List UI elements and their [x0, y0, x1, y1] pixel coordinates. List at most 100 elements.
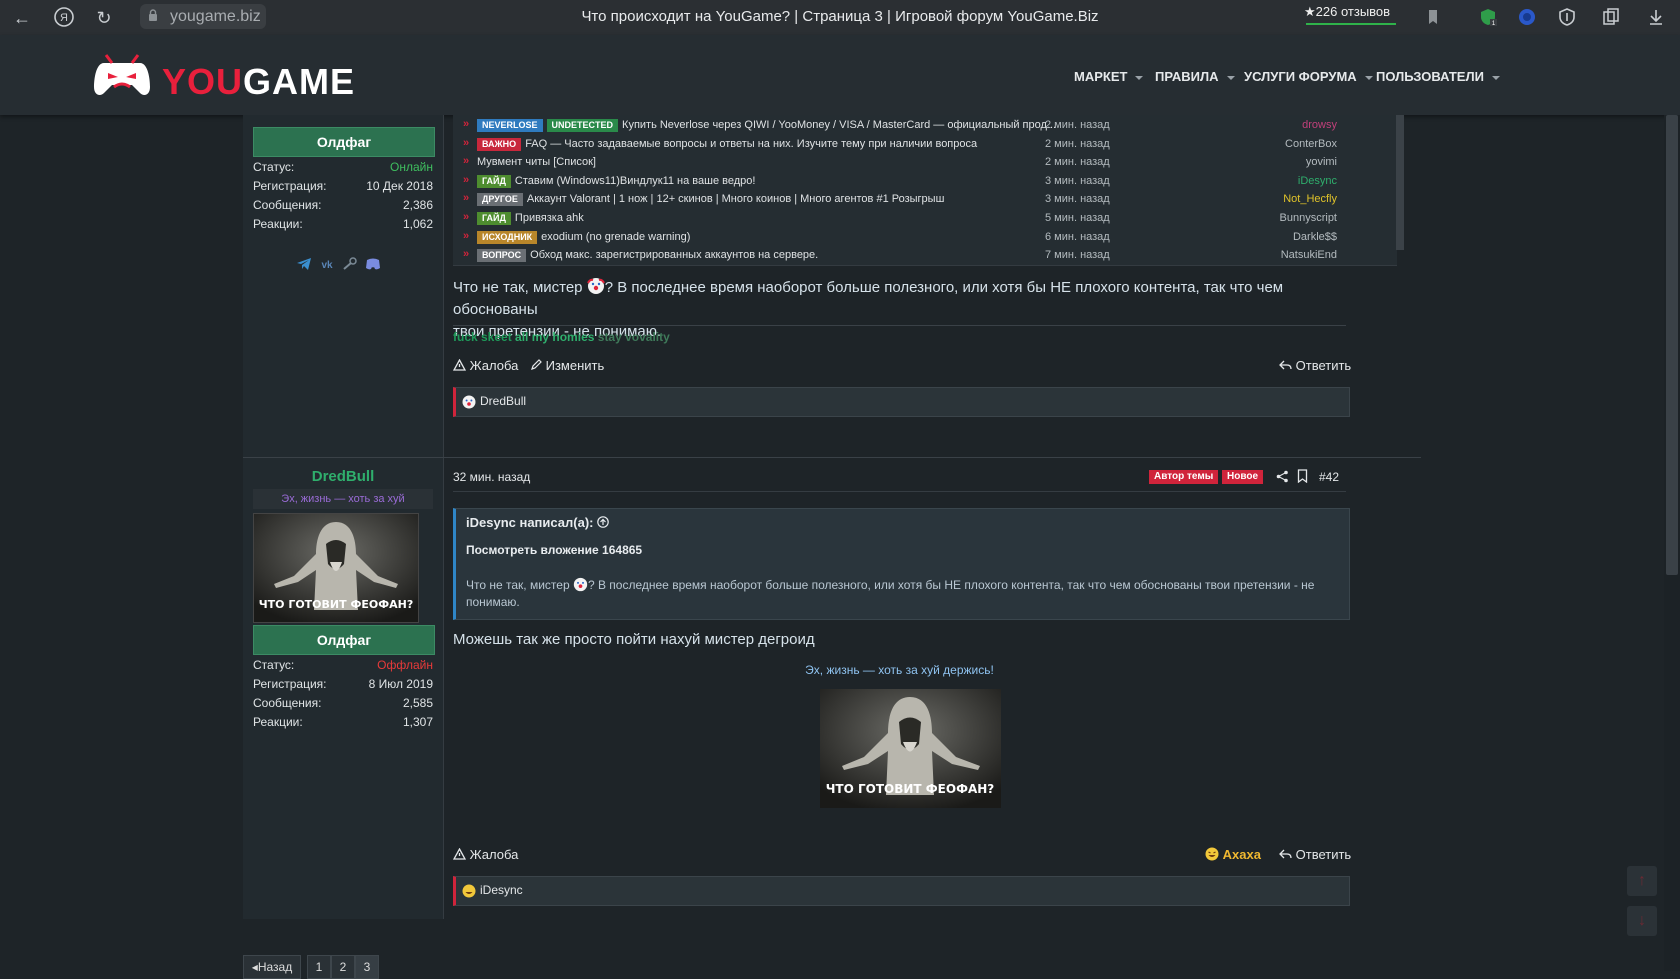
- thread-user[interactable]: Bunnyscript: [1280, 212, 1337, 224]
- thread-user[interactable]: NatsukiEnd: [1281, 249, 1337, 261]
- vk-icon[interactable]: vk: [319, 257, 335, 271]
- back-icon[interactable]: ←: [10, 6, 34, 30]
- report-button[interactable]: Жалоба: [452, 358, 518, 373]
- post-number-link[interactable]: #42: [1319, 470, 1339, 484]
- thread-title[interactable]: ГАЙД Ставим (Windows11)Виндлук11 на ваше …: [477, 174, 755, 188]
- quote-attachment-link[interactable]: Посмотреть вложение 164865: [466, 543, 642, 557]
- pencil-icon: [531, 359, 542, 370]
- discord-icon[interactable]: [365, 257, 381, 271]
- reaction-user[interactable]: DredBull: [480, 394, 526, 408]
- post2-message: Можешь так же просто пойти нахуй мистер …: [453, 631, 815, 648]
- reply-button[interactable]: Ответить: [1279, 358, 1351, 373]
- reload-icon[interactable]: ↻: [92, 6, 116, 30]
- thread-arrow-icon: »: [463, 211, 470, 223]
- thread-user[interactable]: Darkle$$: [1293, 231, 1337, 243]
- post2-avatar[interactable]: ЧТО ГОТОВИТ ФЕОФАН?: [253, 513, 419, 623]
- thread-row[interactable]: » ГАЙД Ставим (Windows11)Виндлук11 на ваше…: [463, 173, 1383, 190]
- url-text: yougame.biz: [170, 8, 261, 25]
- thread-title[interactable]: ИСХОДНИК exodium (no grenade warning): [477, 230, 690, 244]
- page-title: Что происходит на YouGame? | Страница 3 …: [581, 8, 1099, 25]
- thread-title[interactable]: ВОПРОС Обход макс. зарегистрированных акк…: [477, 249, 818, 263]
- user-group-banner: Олдфаг: [253, 127, 435, 157]
- thread-title[interactable]: ВАЖНО FAQ — Часто задаваемые вопросы и от…: [477, 137, 977, 151]
- edit-button[interactable]: Изменить: [530, 358, 604, 373]
- share-icon[interactable]: [1276, 470, 1289, 483]
- thread-row[interactable]: » Мувмент читы [Список] 2 мин. назад yovimi: [463, 154, 1383, 171]
- thread-prefix-tag: ИСХОДНИК: [477, 230, 538, 244]
- thread-row[interactable]: » ДРУГОЕ Аккаунт Valorant | 1 нож | 12+ ск…: [463, 191, 1383, 208]
- thread-title[interactable]: ДРУГОЕ Аккаунт Valorant | 1 нож | 12+ ски…: [477, 193, 944, 207]
- reply-button[interactable]: Ответить: [1279, 847, 1351, 862]
- thread-arrow-icon: »: [463, 136, 470, 149]
- user-messages: Сообщения: 2,386: [253, 198, 433, 212]
- arrow-up-circle-icon[interactable]: [597, 516, 609, 528]
- thread-title[interactable]: ГАЙД Привязка ahk: [477, 212, 584, 225]
- thread-row[interactable]: » ВАЖНО FAQ — Часто задаваемые вопросы и о…: [463, 136, 1383, 153]
- scroll-to-bottom-button[interactable]: ↓: [1627, 906, 1657, 936]
- pagination-page-3[interactable]: 3: [355, 955, 379, 979]
- thread-user[interactable]: ConterBox: [1285, 138, 1337, 150]
- pagination-prev[interactable]: ◂Назад: [243, 955, 301, 979]
- thread-user[interactable]: Not_Hecfly: [1283, 193, 1337, 205]
- pagination-page-1[interactable]: 1: [307, 955, 331, 979]
- post-timestamp[interactable]: 32 мин. назад: [453, 470, 530, 484]
- bookmark-icon[interactable]: [1423, 7, 1443, 27]
- report-button[interactable]: Жалоба: [452, 847, 518, 862]
- thread-prefix-tag: UNDETECTED: [546, 119, 619, 132]
- user-status: Статус: Оффлайн: [253, 658, 433, 672]
- steam-icon[interactable]: [342, 257, 358, 271]
- quote-header[interactable]: iDesync написал(а):: [466, 515, 609, 530]
- post1-signature: fuck skeet all my homies stay vovality: [453, 330, 670, 344]
- post2-user-pane: DredBull Эх, жизнь — хоть за хуй ЧТО ГОТ…: [243, 458, 444, 919]
- extension-shield-icon[interactable]: 1: [1478, 7, 1498, 27]
- collections-icon[interactable]: [1601, 7, 1621, 27]
- quote-text: Что не так, мистер ? В последнее время н…: [466, 577, 1315, 609]
- bookmark-icon[interactable]: [1297, 469, 1308, 483]
- threads-scrollbar[interactable]: [1396, 115, 1404, 250]
- thread-row[interactable]: » NEVERLOSE UNDETECTED Купить Neverlose чер…: [463, 117, 1383, 134]
- post2-reactions-bar[interactable]: iDesync: [453, 876, 1350, 906]
- nav-market[interactable]: МАРКЕТ: [1074, 69, 1144, 84]
- signature-image: ЧТО ГОТОВИТ ФЕОФАН?: [820, 689, 1001, 808]
- thread-user[interactable]: yovimi: [1306, 156, 1337, 168]
- user-reactions: Реакции: 1,307: [253, 715, 433, 729]
- scrollbar-thumb[interactable]: [1666, 115, 1678, 575]
- telegram-icon[interactable]: [296, 257, 312, 271]
- thread-title[interactable]: NEVERLOSE UNDETECTED Купить Neverlose чере…: [477, 119, 1056, 132]
- download-icon[interactable]: [1646, 7, 1666, 27]
- nav-forum-services[interactable]: УСЛУГИ ФОРУМА: [1244, 69, 1373, 84]
- nav-rules[interactable]: ПРАВИЛА: [1155, 69, 1235, 84]
- thread-user[interactable]: iDesync: [1298, 175, 1337, 187]
- thread-time: 6 мин. назад: [1045, 230, 1110, 243]
- page-scrollbar[interactable]: [1664, 115, 1680, 971]
- clown-emoji-icon: [462, 395, 476, 409]
- extension-globe-icon[interactable]: [1517, 7, 1537, 27]
- thread-title[interactable]: Мувмент читы [Список]: [477, 156, 596, 168]
- reaction-user[interactable]: iDesync: [480, 883, 523, 897]
- site-logo-text[interactable]: YOUGAME: [162, 61, 355, 103]
- site-header: YOUGAME МАРКЕТ ПРАВИЛА УСЛУГИ ФОРУМА ПОЛ…: [0, 35, 1680, 115]
- post1-reactions-bar[interactable]: DredBull: [453, 387, 1350, 417]
- thread-user[interactable]: drowsy: [1302, 119, 1337, 131]
- reaction-button[interactable]: Ахаха: [1205, 847, 1261, 862]
- svg-text:vk: vk: [321, 260, 333, 271]
- pagination-page-2[interactable]: 2: [331, 955, 355, 979]
- thread-arrow-icon: »: [463, 155, 470, 168]
- scroll-to-top-button[interactable]: ↑: [1627, 866, 1657, 896]
- thread-row[interactable]: » ВОПРОС Обход макс. зарегистрированных ак…: [463, 247, 1383, 264]
- post2-username[interactable]: DredBull: [243, 468, 443, 485]
- gamepad-logo-icon[interactable]: [92, 49, 152, 101]
- chevron-down-icon: [1491, 75, 1500, 80]
- yandex-icon[interactable]: Я: [52, 6, 76, 30]
- nav-users[interactable]: ПОЛЬЗОВАТЕЛИ: [1376, 69, 1500, 84]
- address-bar[interactable]: yougame.biz: [140, 4, 266, 29]
- thread-row[interactable]: » ИСХОДНИК exodium (no grenade warning) 6 м…: [463, 229, 1383, 246]
- thread-row[interactable]: » ГАЙД Привязка ahk 5 мин. назад Bunnyscript: [463, 210, 1383, 227]
- laughing-emoji-icon: [1205, 847, 1219, 861]
- thread-time: 2 мин. назад: [1045, 156, 1110, 169]
- extension-protect-icon[interactable]: [1557, 7, 1577, 27]
- reviews-badge[interactable]: ★226 отзывов: [1304, 4, 1396, 25]
- thread-prefix-tag: ВАЖНО: [477, 137, 522, 151]
- thread-prefix-tag: ГАЙД: [477, 212, 511, 225]
- author-badge: Автор темы: [1149, 470, 1219, 484]
